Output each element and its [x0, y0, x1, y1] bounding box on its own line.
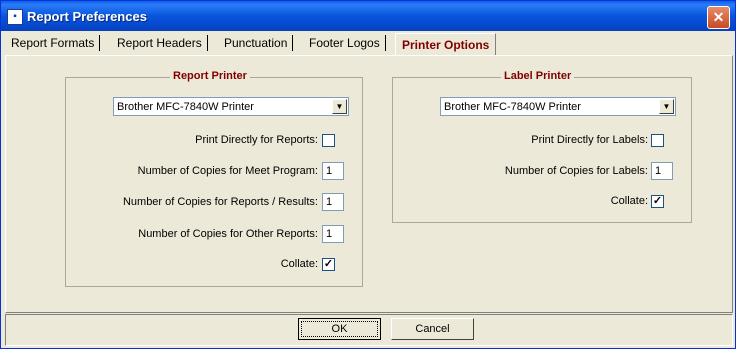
other-reports-copies-label: Number of Copies for Other Reports:	[138, 228, 318, 240]
report-printer-group: Report Printer Brother MFC-7840W Printer…	[65, 70, 363, 287]
window-title: Report Preferences	[27, 9, 147, 24]
meet-program-copies-label: Number of Copies for Meet Program:	[137, 165, 318, 177]
ok-button[interactable]: OK	[298, 318, 381, 340]
label-copies-label: Number of Copies for Labels:	[504, 165, 648, 177]
meet-program-copies-input[interactable]: 1	[322, 162, 344, 180]
print-directly-reports-label: Print Directly for Reports:	[195, 134, 318, 146]
report-printer-select[interactable]: Brother MFC-7840W Printer ▼	[113, 97, 349, 116]
reports-results-copies-input[interactable]: 1	[322, 193, 344, 211]
label-collate-checkbox[interactable]: ✓	[651, 195, 664, 208]
label-copies-input[interactable]: 1	[651, 162, 673, 180]
chevron-down-icon[interactable]: ▼	[659, 99, 674, 114]
close-button[interactable]: ✕	[707, 6, 730, 29]
report-collate-label: Collate:	[280, 258, 318, 270]
label-collate-label: Collate:	[610, 195, 648, 207]
label-printer-select[interactable]: Brother MFC-7840W Printer ▼	[440, 97, 676, 116]
cancel-button[interactable]: Cancel	[391, 318, 474, 340]
label-printer-title: Label Printer	[501, 70, 575, 82]
report-preferences-window: ▪ Report Preferences ✕ Report Formats Re…	[0, 0, 736, 349]
printer-options-panel: Report Printer Brother MFC-7840W Printer…	[5, 55, 733, 313]
tab-report-headers[interactable]: Report Headers	[117, 32, 208, 54]
tab-report-formats[interactable]: Report Formats	[11, 32, 101, 54]
other-reports-copies-input[interactable]: 1	[322, 225, 344, 243]
tab-footer-logos[interactable]: Footer Logos	[309, 32, 386, 54]
tab-printer-options[interactable]: Printer Options	[395, 33, 497, 55]
label-printer-value: Brother MFC-7840W Printer	[444, 101, 581, 113]
report-collate-checkbox[interactable]: ✓	[322, 258, 335, 271]
button-bar: OK Cancel	[5, 314, 733, 346]
title-bar[interactable]: ▪ Report Preferences ✕	[1, 1, 735, 31]
report-printer-value: Brother MFC-7840W Printer	[117, 101, 254, 113]
label-printer-group: Label Printer Brother MFC-7840W Printer …	[392, 70, 692, 223]
print-directly-labels-label: Print Directly for Labels:	[531, 134, 648, 146]
report-printer-title: Report Printer	[170, 70, 250, 82]
app-icon: ▪	[7, 9, 23, 25]
reports-results-copies-label: Number of Copies for Reports / Results:	[122, 196, 318, 208]
print-directly-reports-checkbox[interactable]	[322, 134, 335, 147]
tab-punctuation[interactable]: Punctuation	[224, 32, 294, 54]
tab-strip: Report Formats Report Headers Punctuatio…	[5, 32, 731, 55]
chevron-down-icon[interactable]: ▼	[332, 99, 347, 114]
print-directly-labels-checkbox[interactable]	[651, 134, 664, 147]
